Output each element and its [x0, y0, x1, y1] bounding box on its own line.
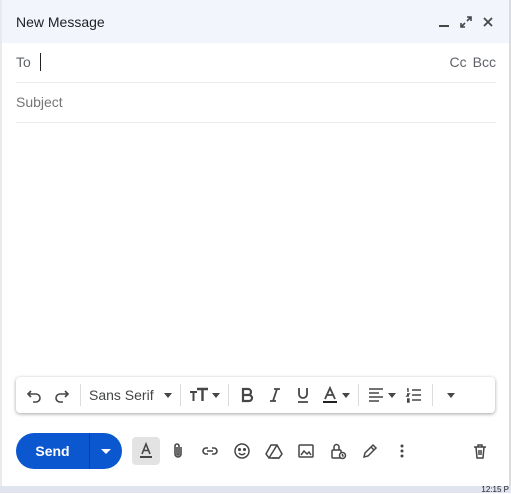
compose-header: New Message [2, 0, 509, 43]
chevron-down-icon [211, 392, 220, 398]
bold-icon[interactable] [233, 381, 261, 409]
chevron-down-icon [341, 392, 350, 398]
more-formatting-icon[interactable] [437, 381, 465, 409]
photo-icon[interactable] [290, 435, 322, 467]
message-body[interactable] [16, 124, 496, 374]
font-size-icon [189, 387, 208, 401]
toolbar-separator [431, 384, 433, 406]
align-button[interactable] [363, 381, 400, 409]
send-button[interactable]: Send [16, 433, 89, 469]
toolbar-separator [227, 384, 229, 406]
to-input[interactable] [40, 53, 450, 71]
to-label: To [16, 54, 31, 70]
drive-icon[interactable] [258, 435, 290, 467]
align-icon [368, 388, 383, 402]
formatting-options-icon[interactable] [132, 437, 160, 465]
subject-field[interactable]: Subject [16, 82, 496, 123]
more-options-icon[interactable] [386, 435, 418, 467]
schedule-send-button[interactable] [90, 433, 122, 469]
window-controls [437, 15, 495, 29]
window-left-edge [0, 0, 2, 493]
confidential-lock-icon[interactable] [322, 435, 354, 467]
attach-icon[interactable] [162, 435, 194, 467]
toolbar-separator [80, 384, 81, 406]
cc-bcc-links: Cc Bcc [450, 54, 496, 70]
link-icon[interactable] [194, 435, 226, 467]
numbered-list-icon[interactable] [400, 381, 428, 409]
text-color-icon [322, 386, 337, 403]
bcc-link[interactable]: Bcc [473, 54, 496, 70]
chevron-down-icon [387, 392, 396, 398]
undo-icon[interactable] [20, 381, 48, 409]
chevron-down-icon [163, 392, 172, 398]
taskbar-clock: 12:15 P [481, 485, 509, 494]
compose-tools [130, 435, 418, 467]
emoji-icon[interactable] [226, 435, 258, 467]
toolbar-separator [179, 384, 181, 406]
close-icon[interactable] [481, 15, 495, 29]
font-size-button[interactable] [185, 381, 224, 409]
font-family-label: Sans Serif [89, 387, 154, 403]
minimize-icon[interactable] [437, 15, 451, 29]
os-taskbar [0, 486, 511, 493]
expand-icon[interactable] [459, 15, 473, 29]
to-row: To Cc Bcc [16, 42, 496, 83]
chevron-down-icon [101, 448, 111, 454]
send-button-group: Send [16, 433, 122, 469]
compose-actions: Send [16, 432, 496, 470]
formatting-toolbar: Sans Serif [16, 377, 495, 413]
font-family-select[interactable]: Sans Serif [85, 381, 176, 409]
compose-title: New Message [16, 13, 105, 30]
subject-placeholder: Subject [16, 94, 63, 110]
text-color-button[interactable] [317, 381, 354, 409]
redo-icon[interactable] [48, 381, 76, 409]
signature-pen-icon[interactable] [354, 435, 386, 467]
trash-icon[interactable] [464, 435, 496, 467]
cc-link[interactable]: Cc [450, 54, 467, 70]
italic-icon[interactable] [261, 381, 289, 409]
toolbar-separator [357, 384, 359, 406]
underline-icon[interactable] [289, 381, 317, 409]
